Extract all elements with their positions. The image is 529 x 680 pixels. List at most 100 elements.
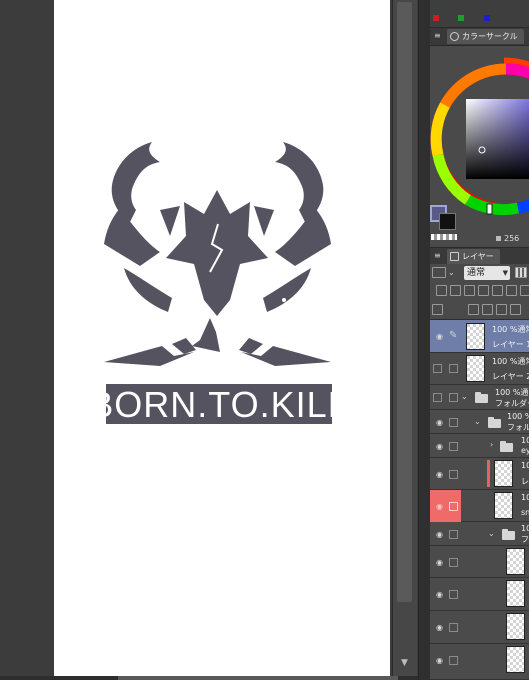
new-folder-icon[interactable] xyxy=(496,304,507,315)
panel-menu-icon[interactable]: ≡ xyxy=(434,31,442,41)
lock-toggle[interactable] xyxy=(449,623,458,632)
eye-icon[interactable]: ◉ xyxy=(434,443,445,451)
mask-icon[interactable] xyxy=(492,285,503,296)
lock-toggle[interactable] xyxy=(449,530,458,539)
palette-color-icon[interactable] xyxy=(506,285,517,296)
background-color-swatch[interactable] xyxy=(439,213,456,230)
lock-toggle[interactable] xyxy=(449,590,458,599)
eye-icon[interactable]: ◉ xyxy=(434,559,445,567)
layer-property-icon[interactable] xyxy=(432,304,443,315)
layer-folder-row[interactable]: ⌄ 100 %通常 フォルダー 1 xyxy=(430,385,529,410)
layer-thumbnail xyxy=(506,580,525,607)
layer-row[interactable]: ◉ 100 レ xyxy=(430,458,529,490)
lock-toggle[interactable] xyxy=(449,418,458,427)
new-vector-layer-icon[interactable] xyxy=(482,304,493,315)
layer-folder-row[interactable]: ◉ ⌄ 100 % フォルダー xyxy=(430,410,529,434)
tab-layer-label: レイヤー xyxy=(462,252,494,261)
logo-wordmark: BORN.TO.KILL xyxy=(89,384,348,428)
scroll-thumb[interactable] xyxy=(397,2,412,602)
lock-toggle[interactable] xyxy=(449,364,458,373)
eye-icon[interactable]: ◉ xyxy=(434,419,445,427)
chevron-down-icon[interactable]: ⌄ xyxy=(488,529,495,538)
opacity-slider-icon[interactable] xyxy=(515,267,527,278)
color-swatch-red[interactable] xyxy=(433,15,439,21)
eye-icon[interactable]: ◉ xyxy=(434,657,445,665)
layer-stack-icon xyxy=(450,252,459,261)
layer-thumbnail xyxy=(466,323,485,350)
scroll-down-arrow-icon[interactable]: ▼ xyxy=(397,658,412,670)
color-history-panel xyxy=(430,0,529,27)
layer-folder-row[interactable]: ◉ ⌄ 100 フ xyxy=(430,522,529,546)
chevron-right-icon[interactable]: › xyxy=(490,440,493,449)
panel-menu-icon[interactable]: ≡ xyxy=(434,251,442,261)
eye-icon[interactable]: ◉ xyxy=(434,531,445,539)
transparent-color-icon[interactable] xyxy=(431,234,457,240)
color-wheel[interactable] xyxy=(428,55,529,225)
lock-toggle[interactable] xyxy=(449,393,458,402)
reference-layer-icon[interactable] xyxy=(450,285,461,296)
layer-thumbnail xyxy=(494,492,513,519)
layer-actions-toolbar xyxy=(430,300,529,320)
logo-wordmark-text: BORN.TO.KILL xyxy=(106,384,332,425)
pen-icon[interactable]: ✎ xyxy=(449,330,457,341)
eye-icon[interactable]: ◉ xyxy=(434,591,445,599)
visibility-toggle[interactable] xyxy=(433,364,442,373)
layer-name: レイヤー 2 xyxy=(492,372,529,381)
layer-name: sn xyxy=(521,508,529,517)
layer-row[interactable]: ◉ xyxy=(430,644,529,680)
eye-icon[interactable]: ◉ xyxy=(434,471,445,479)
blend-mode-select[interactable]: 通常 ▼ xyxy=(464,266,510,280)
lock-toggle[interactable] xyxy=(449,442,458,451)
lock-toggle[interactable] xyxy=(449,558,458,567)
color-swatches-area: 256 xyxy=(430,203,529,245)
eye-icon[interactable]: ◉ xyxy=(434,333,445,341)
layer-name: フォルダー 1 xyxy=(495,399,529,408)
lock-toggle[interactable] xyxy=(449,656,458,665)
eye-icon[interactable]: ◉ xyxy=(434,503,445,511)
logo-wordmark-image: BORN.TO.KILL xyxy=(89,384,348,425)
more-tools-icon[interactable] xyxy=(520,285,529,296)
layer-opacity-mode: 100 %通常 xyxy=(492,325,529,334)
layer-folder-row[interactable]: ◉ › 100 ey xyxy=(430,434,529,458)
layer-thumbnail xyxy=(506,646,525,673)
layer-name: ey xyxy=(521,446,529,455)
folder-icon xyxy=(502,529,515,540)
canvas-horizontal-scrollbar[interactable] xyxy=(0,676,418,680)
layer-color-button[interactable] xyxy=(432,267,446,278)
scroll-thumb-horizontal[interactable] xyxy=(118,676,398,680)
layer-opacity-mode: 100 % xyxy=(507,412,529,421)
merge-layer-icon[interactable] xyxy=(510,304,521,315)
tab-color-circle[interactable]: カラーサークル xyxy=(447,29,524,44)
layer-row[interactable]: ◉ xyxy=(430,578,529,611)
lock-layer-icon[interactable] xyxy=(464,285,475,296)
lock-toggle[interactable] xyxy=(449,470,458,479)
layer-list[interactable]: ◉ ✎ 100 %通常 レイヤー 1 100 %通常 レイヤー 2 ⌄ 100 … xyxy=(430,320,529,680)
layer-opacity-mode: 100 xyxy=(521,461,529,470)
chevron-down-icon[interactable]: ⌄ xyxy=(474,417,481,426)
color-swatch-green[interactable] xyxy=(458,15,464,21)
layer-row[interactable]: ◉ xyxy=(430,611,529,644)
visibility-toggle[interactable] xyxy=(433,393,442,402)
layer-thumbnail xyxy=(494,460,513,487)
clip-layer-icon[interactable] xyxy=(436,285,447,296)
canvas-vertical-scrollbar[interactable]: ▼ xyxy=(392,0,417,676)
chevron-down-icon[interactable]: ⌄ xyxy=(448,268,455,277)
new-raster-layer-icon[interactable] xyxy=(468,304,479,315)
color-swatch-blue[interactable] xyxy=(484,15,490,21)
eye-icon[interactable]: ◉ xyxy=(434,624,445,632)
color-value-readout: 256 xyxy=(504,234,520,243)
layer-row[interactable]: ◉ 100 sn xyxy=(430,490,529,522)
tab-color-circle-label: カラーサークル xyxy=(462,32,518,41)
layer-row[interactable]: 100 %通常 レイヤー 2 xyxy=(430,353,529,385)
chevron-down-icon[interactable]: ⌄ xyxy=(461,392,468,401)
layer-name: レ xyxy=(521,477,529,486)
lock-toggle[interactable] xyxy=(449,502,458,511)
lock-transparency-icon[interactable] xyxy=(478,285,489,296)
layer-name: フォルダー xyxy=(507,423,529,432)
layer-color-marker xyxy=(487,460,490,487)
layer-row[interactable]: ◉ xyxy=(430,546,529,578)
layer-row[interactable]: ◉ ✎ 100 %通常 レイヤー 1 xyxy=(430,320,529,353)
layer-opacity-mode: 100 xyxy=(521,524,529,533)
layer-thumbnail xyxy=(506,613,525,640)
tab-layer[interactable]: レイヤー xyxy=(447,249,500,264)
